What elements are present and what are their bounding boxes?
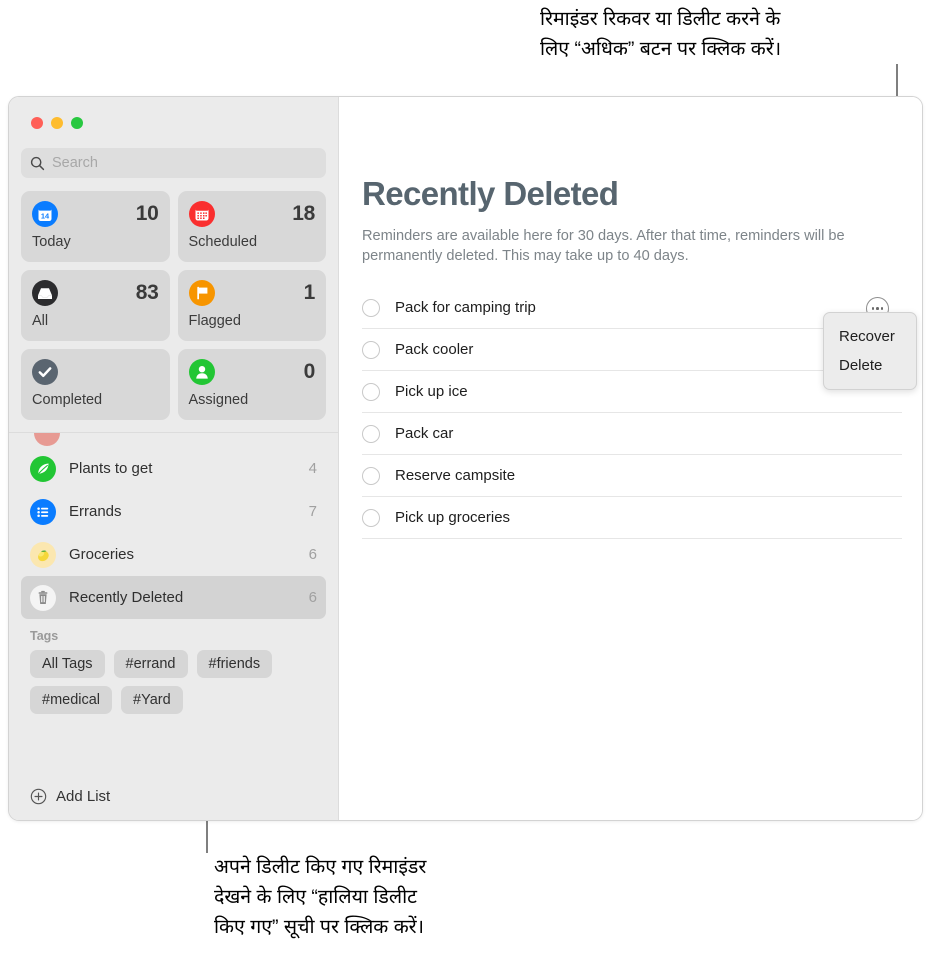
- reminders-app-window: Search 14 10 Today 18 Scheduled 83 All 1…: [8, 96, 923, 821]
- trash-icon: [30, 584, 56, 611]
- reminder-row[interactable]: Pack for camping trip: [362, 287, 902, 329]
- smart-list-count: 10: [135, 202, 159, 225]
- ellipsis-dot: [880, 307, 884, 310]
- sidebar-item-groceries[interactable]: Groceries 6: [21, 533, 326, 576]
- flag-icon: [188, 280, 215, 306]
- list-name: Errands: [69, 503, 122, 520]
- ellipsis-dot: [871, 307, 875, 310]
- person-icon: [188, 359, 215, 385]
- inbox-tray-icon: [32, 280, 58, 306]
- callout-caption-top: रिमाइंडर रिकवर या डिलीट करने के लिए “अधि…: [540, 8, 782, 60]
- page-title: Recently Deleted: [362, 175, 619, 212]
- leaf-icon: [30, 455, 56, 482]
- reminder-title: Pack cooler: [395, 341, 474, 358]
- plus-circle-icon: [30, 788, 47, 805]
- window-traffic-lights: [9, 97, 338, 129]
- menu-item-delete[interactable]: Delete: [824, 351, 916, 380]
- callout-caption-bottom: अपने डिलीट किए गए रिमाइंडर देखने के लिए …: [214, 856, 427, 938]
- add-list-label: Add List: [56, 787, 111, 805]
- smart-list-count: 83: [135, 281, 159, 304]
- tag-chip-all-tags[interactable]: All Tags: [30, 650, 105, 678]
- smart-list-flagged[interactable]: 1 Flagged: [177, 270, 326, 341]
- reminder-complete-circle[interactable]: [362, 340, 380, 359]
- tags-list: All Tags #errand #friends #medical #Yard: [21, 650, 326, 714]
- smart-lists-grid: 14 10 Today 18 Scheduled 83 All 1 Flagge…: [9, 178, 338, 432]
- reminder-complete-circle[interactable]: [362, 382, 380, 401]
- reminder-complete-circle[interactable]: [362, 508, 380, 527]
- smart-list-today[interactable]: 14 10 Today: [21, 191, 170, 262]
- reminder-row[interactable]: Pack cooler: [362, 329, 902, 371]
- minimize-window-button[interactable]: [51, 117, 63, 129]
- smart-list-count: 1: [303, 281, 316, 304]
- close-window-button[interactable]: [31, 117, 43, 129]
- smart-list-label: Completed: [32, 392, 103, 408]
- smart-list-assigned[interactable]: 0 Assigned: [177, 349, 326, 420]
- reminder-title: Pack for camping trip: [395, 299, 536, 316]
- context-menu: Recover Delete: [823, 312, 917, 390]
- zoom-window-button[interactable]: [71, 117, 83, 129]
- calendar-grid-icon: [188, 201, 215, 227]
- list-name: Recently Deleted: [69, 589, 184, 606]
- checkmark-icon: [32, 359, 58, 385]
- search-placeholder: Search: [52, 155, 98, 171]
- reminder-title: Pick up groceries: [395, 509, 511, 526]
- tag-chip-friends[interactable]: #friends: [196, 650, 273, 678]
- partial-list-icon: [34, 433, 60, 446]
- smart-list-count: 0: [303, 360, 316, 383]
- sidebar-item-plants-to-get[interactable]: Plants to get 4: [21, 447, 326, 490]
- tags-header: Tags: [30, 629, 59, 643]
- sidebar-item-recently-deleted[interactable]: Recently Deleted 6: [21, 576, 326, 619]
- add-list-button[interactable]: Add List: [9, 776, 338, 816]
- reminder-complete-circle[interactable]: [362, 298, 380, 317]
- reminder-row[interactable]: Pick up groceries: [362, 497, 902, 539]
- calendar-day-icon: 14: [32, 201, 58, 227]
- page-description: Reminders are available here for 30 days…: [362, 228, 845, 264]
- list-name: Groceries: [69, 546, 135, 563]
- smart-list-count: 18: [292, 202, 315, 225]
- smart-list-all[interactable]: 83 All: [21, 270, 170, 341]
- reminder-title: Pick up ice: [395, 383, 468, 400]
- scrolled-off-list-row: [9, 433, 338, 447]
- reminder-complete-circle[interactable]: [362, 424, 380, 443]
- my-lists-section: Plants to get 4 Errands 7 Groceries 6 Re…: [9, 432, 338, 776]
- sidebar: Search 14 10 Today 18 Scheduled 83 All 1…: [9, 97, 339, 820]
- list-count: 6: [308, 546, 317, 563]
- lemon-icon: [30, 541, 56, 568]
- list-icon: [30, 498, 56, 525]
- smart-list-label: Today: [32, 234, 71, 250]
- reminder-complete-circle[interactable]: [362, 466, 380, 485]
- tags-section: Tags All Tags #errand #friends #medical …: [9, 619, 338, 714]
- list-count: 6: [308, 589, 317, 606]
- smart-list-completed[interactable]: Completed: [21, 349, 170, 420]
- main-content: Recently Deleted Reminders are available…: [339, 97, 922, 820]
- list-count: 4: [308, 460, 317, 477]
- search-icon: [30, 156, 45, 171]
- search-input[interactable]: Search: [21, 148, 326, 178]
- tag-chip-yard[interactable]: #Yard: [121, 686, 183, 714]
- ellipsis-dot: [876, 307, 879, 310]
- reminder-row[interactable]: Reserve campsite: [362, 455, 902, 497]
- reminder-row[interactable]: Pack car: [362, 413, 902, 455]
- reminders-list: Pack for camping trip Pack cooler Pick u…: [362, 287, 902, 539]
- menu-item-recover[interactable]: Recover: [824, 322, 916, 351]
- reminder-title: Pack car: [395, 425, 454, 442]
- tag-chip-errand[interactable]: #errand: [113, 650, 188, 678]
- list-count: 7: [308, 503, 317, 520]
- smart-list-scheduled[interactable]: 18 Scheduled: [177, 191, 326, 262]
- smart-list-label: All: [32, 313, 49, 329]
- list-name: Plants to get: [69, 460, 153, 477]
- smart-list-label: Scheduled: [188, 234, 258, 250]
- reminder-title: Reserve campsite: [395, 467, 516, 484]
- svg-text:14: 14: [41, 211, 50, 220]
- sidebar-item-errands[interactable]: Errands 7: [21, 490, 326, 533]
- smart-list-label: Assigned: [188, 392, 249, 408]
- tag-chip-medical[interactable]: #medical: [30, 686, 113, 714]
- smart-list-label: Flagged: [188, 313, 241, 329]
- reminder-row[interactable]: Pick up ice: [362, 371, 902, 413]
